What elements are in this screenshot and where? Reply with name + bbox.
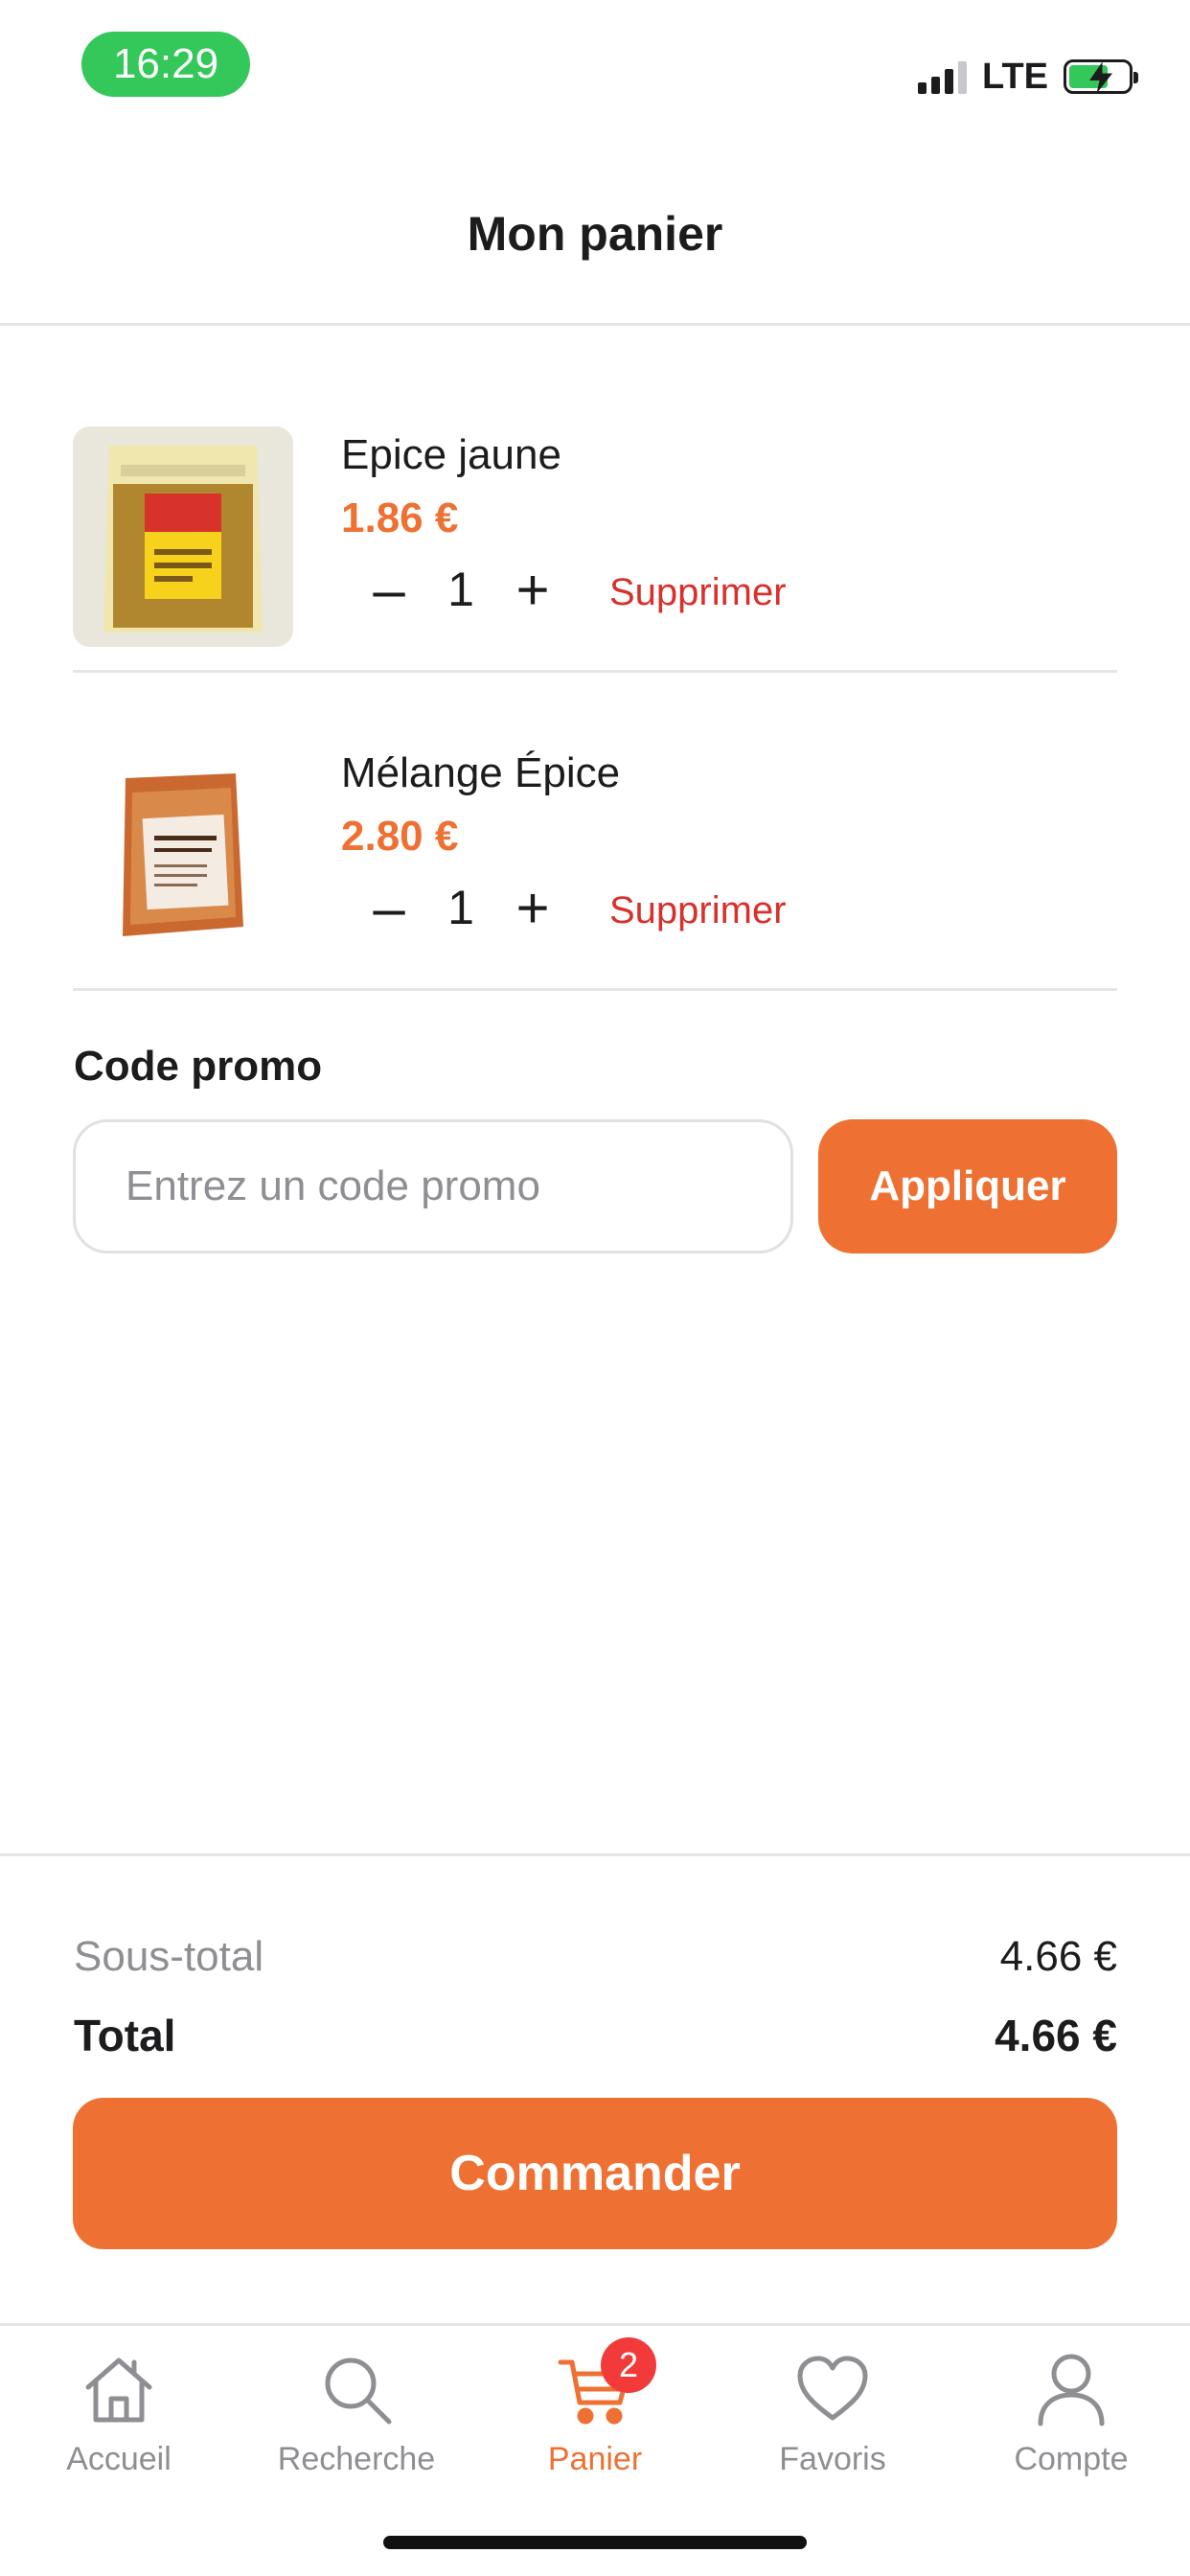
cart-count-badge: 2 [601, 2337, 656, 2393]
cart-icon: 2 [555, 2337, 656, 2429]
total-row: Total 4.66 € [74, 2010, 1117, 2061]
signal-icon [918, 59, 968, 94]
home-indicator[interactable] [383, 2536, 807, 2549]
remove-button[interactable]: Supprimer [609, 571, 787, 614]
tab-recherche[interactable]: Recherche [238, 2326, 475, 2508]
total-value: 4.66 € [995, 2011, 1117, 2060]
remove-button[interactable]: Supprimer [609, 889, 787, 932]
home-icon [79, 2349, 159, 2429]
item-price: 2.80 € [341, 813, 459, 860]
tab-panier[interactable]: 2 Panier [476, 2326, 714, 2508]
tab-favoris[interactable]: Favoris [714, 2326, 951, 2508]
tab-label: Panier [547, 2441, 643, 2477]
user-icon [1031, 2349, 1111, 2429]
order-summary: Sous-total 4.66 € Total 4.66 € Commander [0, 1853, 1190, 2323]
subtotal-label: Sous-total [74, 1933, 264, 1980]
tab-accueil[interactable]: Accueil [0, 2326, 238, 2508]
tab-compte[interactable]: Compte [952, 2326, 1190, 2508]
status-indicators: LTE [918, 53, 1138, 101]
quantity-value: 1 [447, 563, 474, 616]
network-type: LTE [982, 56, 1048, 97]
tab-label: Accueil [66, 2441, 172, 2477]
quantity-value: 1 [447, 881, 474, 934]
total-label: Total [74, 2011, 176, 2060]
search-icon [316, 2349, 397, 2429]
apply-promo-button[interactable]: Appliquer [818, 1119, 1117, 1254]
spice-bag-mix-image [73, 745, 293, 965]
tab-label: Favoris [779, 2441, 886, 2477]
subtotal-row: Sous-total 4.66 € [74, 1933, 1117, 1981]
cart-item: Epice jaune 1.86 € – 1 + Supprimer [73, 355, 1117, 673]
spice-bag-yellow-image [73, 426, 293, 647]
tab-label: Recherche [277, 2441, 436, 2477]
status-time: 16:29 [81, 32, 250, 97]
quantity-stepper: – 1 + [360, 869, 561, 946]
promo-label: Code promo [74, 1043, 323, 1090]
checkout-button[interactable]: Commander [73, 2098, 1117, 2249]
increment-button[interactable]: + [504, 874, 561, 941]
cart-item: Mélange Épice 2.80 € – 1 + Supprimer [73, 673, 1117, 991]
item-name: Epice jaune [341, 431, 561, 478]
tab-label: Compte [1014, 2441, 1129, 2477]
decrement-button[interactable]: – [360, 556, 418, 623]
page-title: Mon panier [467, 207, 723, 261]
item-name: Mélange Épice [341, 749, 621, 796]
increment-button[interactable]: + [504, 556, 561, 623]
decrement-button[interactable]: – [360, 874, 418, 941]
status-bar: 16:29 LTE [0, 0, 1190, 134]
item-price: 1.86 € [341, 494, 459, 541]
promo-code-input[interactable] [73, 1119, 793, 1254]
quantity-stepper: – 1 + [360, 551, 561, 628]
subtotal-value: 4.66 € [999, 1933, 1117, 1980]
battery-charging-icon [1064, 59, 1138, 94]
heart-icon [792, 2349, 873, 2429]
page-header: Mon panier [0, 134, 1190, 326]
